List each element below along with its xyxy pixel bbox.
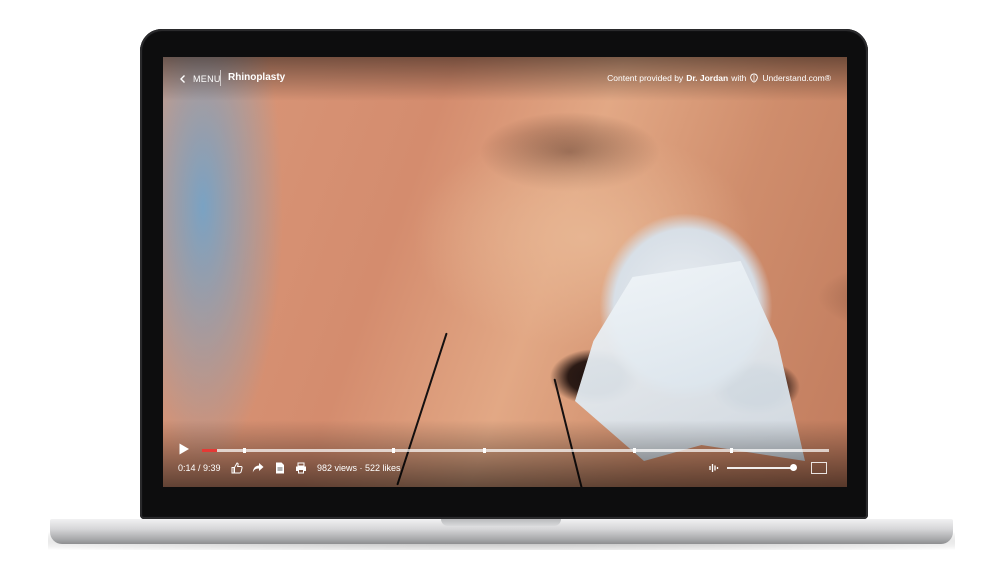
menu-button[interactable]: MENU — [178, 72, 221, 86]
chapter-marker[interactable] — [730, 448, 733, 453]
chapter-marker[interactable] — [392, 448, 395, 453]
volume-slider[interactable] — [727, 464, 797, 471]
printer-icon[interactable] — [295, 462, 307, 474]
progress-track[interactable] — [202, 448, 829, 453]
provider-with: with — [731, 73, 747, 83]
header-divider — [220, 70, 221, 86]
fullscreen-icon[interactable] — [811, 462, 827, 474]
progress-fill — [202, 449, 218, 452]
document-icon[interactable] — [274, 462, 286, 474]
play-icon[interactable] — [178, 443, 190, 455]
video-control-bar — [163, 420, 847, 487]
waveform-icon[interactable] — [709, 462, 720, 474]
share-arrow-icon[interactable] — [252, 462, 264, 474]
thumbs-up-icon[interactable] — [231, 462, 243, 474]
provider-credit: Content provided by Dr. Jordan with Unde… — [607, 73, 831, 83]
provider-name: Dr. Jordan — [686, 73, 729, 83]
chapter-marker[interactable] — [483, 448, 486, 453]
laptop-notch — [441, 519, 561, 526]
volume-knob[interactable] — [790, 464, 797, 471]
understand-logo-icon — [750, 73, 759, 83]
video-stats: 982 views · 522 likes — [317, 463, 401, 473]
chapter-marker[interactable] — [633, 448, 636, 453]
time-display: 0:14 / 9:39 — [178, 463, 221, 473]
chapter-marker[interactable] — [243, 448, 246, 453]
provider-brand[interactable]: Understand.com® — [762, 73, 831, 83]
video-title: Rhinoplasty — [228, 72, 286, 83]
chevron-left-icon — [180, 75, 185, 83]
menu-label: MENU — [193, 74, 221, 84]
provider-prefix: Content provided by — [607, 73, 684, 83]
